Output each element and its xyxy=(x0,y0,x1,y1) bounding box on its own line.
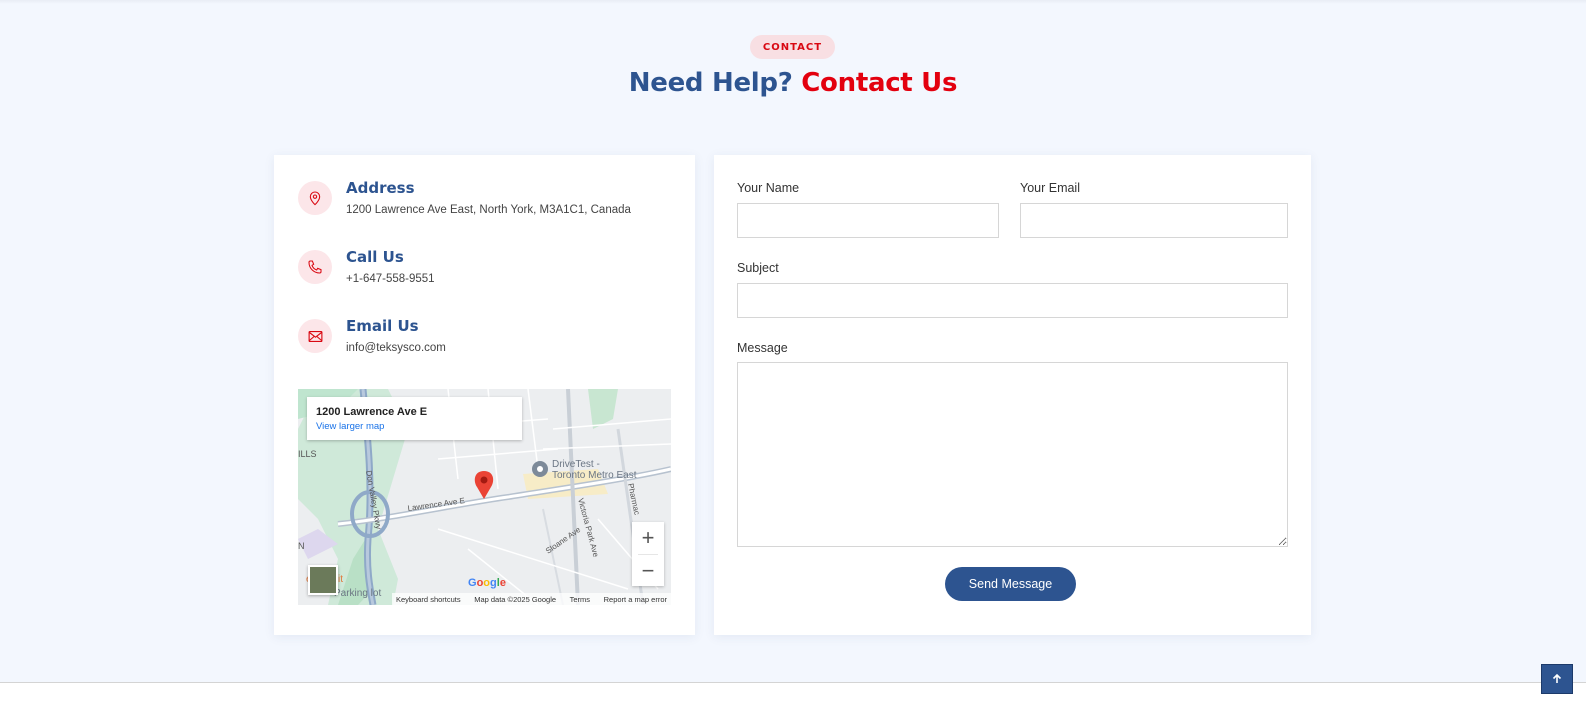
envelope-icon xyxy=(298,319,332,353)
parking-label: Parking lot xyxy=(334,588,381,599)
name-label: Your Name xyxy=(737,181,800,195)
zoom-controls: + − xyxy=(632,522,664,586)
google-logo: Google xyxy=(468,577,506,589)
subject-label: Subject xyxy=(737,261,779,275)
section-badge: CONTACT xyxy=(750,35,835,59)
map-info-card: 1200 Lawrence Ave E View larger map xyxy=(307,397,522,440)
hills-label: ILLS xyxy=(298,449,317,459)
contact-info-card: Address 1200 Lawrence Ave East, North Yo… xyxy=(274,155,695,635)
phone-text: +1-647-558-9551 xyxy=(346,273,435,285)
phone-title: Call Us xyxy=(346,248,404,266)
zoom-in-button[interactable]: + xyxy=(632,522,664,554)
section-title: Need Help? Contact Us xyxy=(0,68,1586,98)
map-pin-icon xyxy=(298,181,332,215)
google-map[interactable]: DriveTest - Toronto Metro East Lawrence … xyxy=(298,389,671,605)
scroll-to-top-button[interactable] xyxy=(1541,664,1573,694)
poi-label-2: Toronto Metro East xyxy=(552,470,637,481)
email-label: Your Email xyxy=(1020,181,1080,195)
top-shadow xyxy=(0,0,1586,4)
map-data-text: Map data ©2025 Google xyxy=(474,594,557,604)
n-label: N xyxy=(298,541,305,551)
title-part-1: Need Help? xyxy=(628,68,793,98)
address-text: 1200 Lawrence Ave East, North York, M3A1… xyxy=(346,204,631,216)
zoom-out-button[interactable]: − xyxy=(632,555,664,587)
it-label: it xyxy=(338,574,343,585)
view-larger-map-link[interactable]: View larger map xyxy=(316,421,522,432)
message-label: Message xyxy=(737,341,788,355)
name-input[interactable] xyxy=(737,203,999,238)
title-part-2: Contact Us xyxy=(801,68,958,98)
address-item: Address 1200 Lawrence Ave East, North Yo… xyxy=(298,179,678,229)
satellite-toggle[interactable] xyxy=(308,565,338,595)
address-title: Address xyxy=(346,179,415,197)
footer-divider xyxy=(0,682,1586,707)
email-input[interactable] xyxy=(1020,203,1288,238)
poi-label-1: DriveTest - xyxy=(552,459,600,470)
send-message-button[interactable]: Send Message xyxy=(945,567,1076,601)
report-map-error-link[interactable]: Report a map error xyxy=(604,595,667,604)
subject-input[interactable] xyxy=(737,283,1288,318)
phone-icon xyxy=(298,250,332,284)
email-text: info@teksysco.com xyxy=(346,342,446,354)
arrow-up-icon xyxy=(1552,673,1562,683)
map-attribution: Keyboard shortcuts Map data ©2025 Google… xyxy=(392,593,671,605)
phone-item: Call Us +1-647-558-9551 xyxy=(298,248,678,298)
message-textarea[interactable] xyxy=(737,362,1288,547)
map-place-name: 1200 Lawrence Ave E xyxy=(316,406,428,418)
contact-form: Your Name Your Email Subject Message Sen… xyxy=(714,155,1311,635)
email-title: Email Us xyxy=(346,317,419,335)
terms-link[interactable]: Terms xyxy=(570,595,590,604)
keyboard-shortcuts-link[interactable]: Keyboard shortcuts xyxy=(396,595,461,604)
email-item: Email Us info@teksysco.com xyxy=(298,317,678,367)
